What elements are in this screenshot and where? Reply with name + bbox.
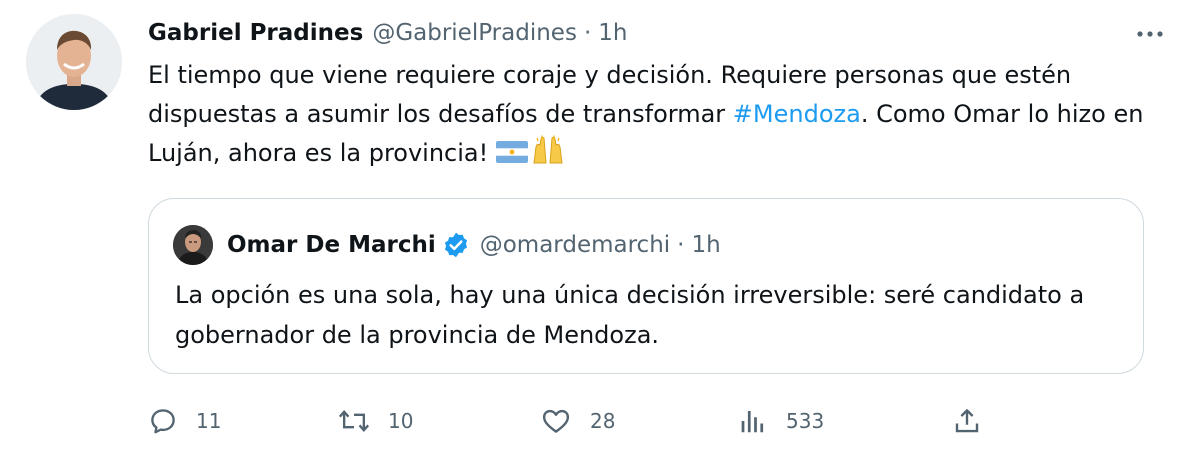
tweet-text: El tiempo que viene requiere coraje y de… bbox=[148, 56, 1158, 177]
like-button[interactable]: 28 bbox=[540, 398, 615, 444]
like-icon bbox=[540, 406, 572, 436]
quoted-author-avatar[interactable] bbox=[173, 225, 213, 265]
quoted-author-handle[interactable]: @omardemarchi bbox=[480, 232, 670, 258]
quoted-header-separator: · bbox=[677, 232, 685, 258]
author-name[interactable]: Gabriel Pradines bbox=[148, 20, 363, 46]
quoted-tweet-time[interactable]: 1h bbox=[691, 232, 720, 258]
more-icon bbox=[1136, 23, 1164, 42]
tweet-action-bar: 11 10 28 533 bbox=[148, 398, 998, 444]
reply-count: 11 bbox=[196, 409, 222, 433]
share-icon bbox=[952, 406, 982, 436]
author-avatar[interactable] bbox=[26, 14, 122, 110]
tweet-header: Gabriel Pradines @GabrielPradines · 1h bbox=[148, 16, 1160, 50]
header-separator: · bbox=[583, 20, 592, 46]
share-button[interactable] bbox=[952, 398, 982, 444]
views-count: 533 bbox=[786, 409, 825, 433]
quoted-author-name[interactable]: Omar De Marchi bbox=[227, 232, 436, 258]
views-icon bbox=[738, 406, 768, 436]
retweet-count: 10 bbox=[388, 409, 414, 433]
raising-hands-emoji bbox=[531, 135, 565, 177]
views-button[interactable]: 533 bbox=[738, 398, 824, 444]
hashtag-link[interactable]: #Mendoza bbox=[733, 100, 861, 128]
flag-argentina-emoji bbox=[496, 136, 529, 175]
retweet-button[interactable]: 10 bbox=[338, 398, 413, 444]
more-button[interactable] bbox=[1130, 14, 1170, 50]
quoted-tweet-text: La opción es una sola, hay una única dec… bbox=[175, 281, 1085, 349]
author-handle[interactable]: @GabrielPradines bbox=[372, 20, 577, 46]
retweet-icon bbox=[338, 406, 370, 436]
quoted-tweet-header: Omar De Marchi @omardemarchi · 1h bbox=[227, 225, 721, 265]
reply-icon bbox=[148, 406, 178, 436]
quoted-tweet-card[interactable]: Omar De Marchi @omardemarchi · 1h La opc… bbox=[148, 198, 1144, 374]
reply-button[interactable]: 11 bbox=[148, 398, 221, 444]
tweet-time[interactable]: 1h bbox=[598, 20, 627, 46]
like-count: 28 bbox=[590, 409, 616, 433]
verified-badge-icon bbox=[442, 231, 470, 259]
